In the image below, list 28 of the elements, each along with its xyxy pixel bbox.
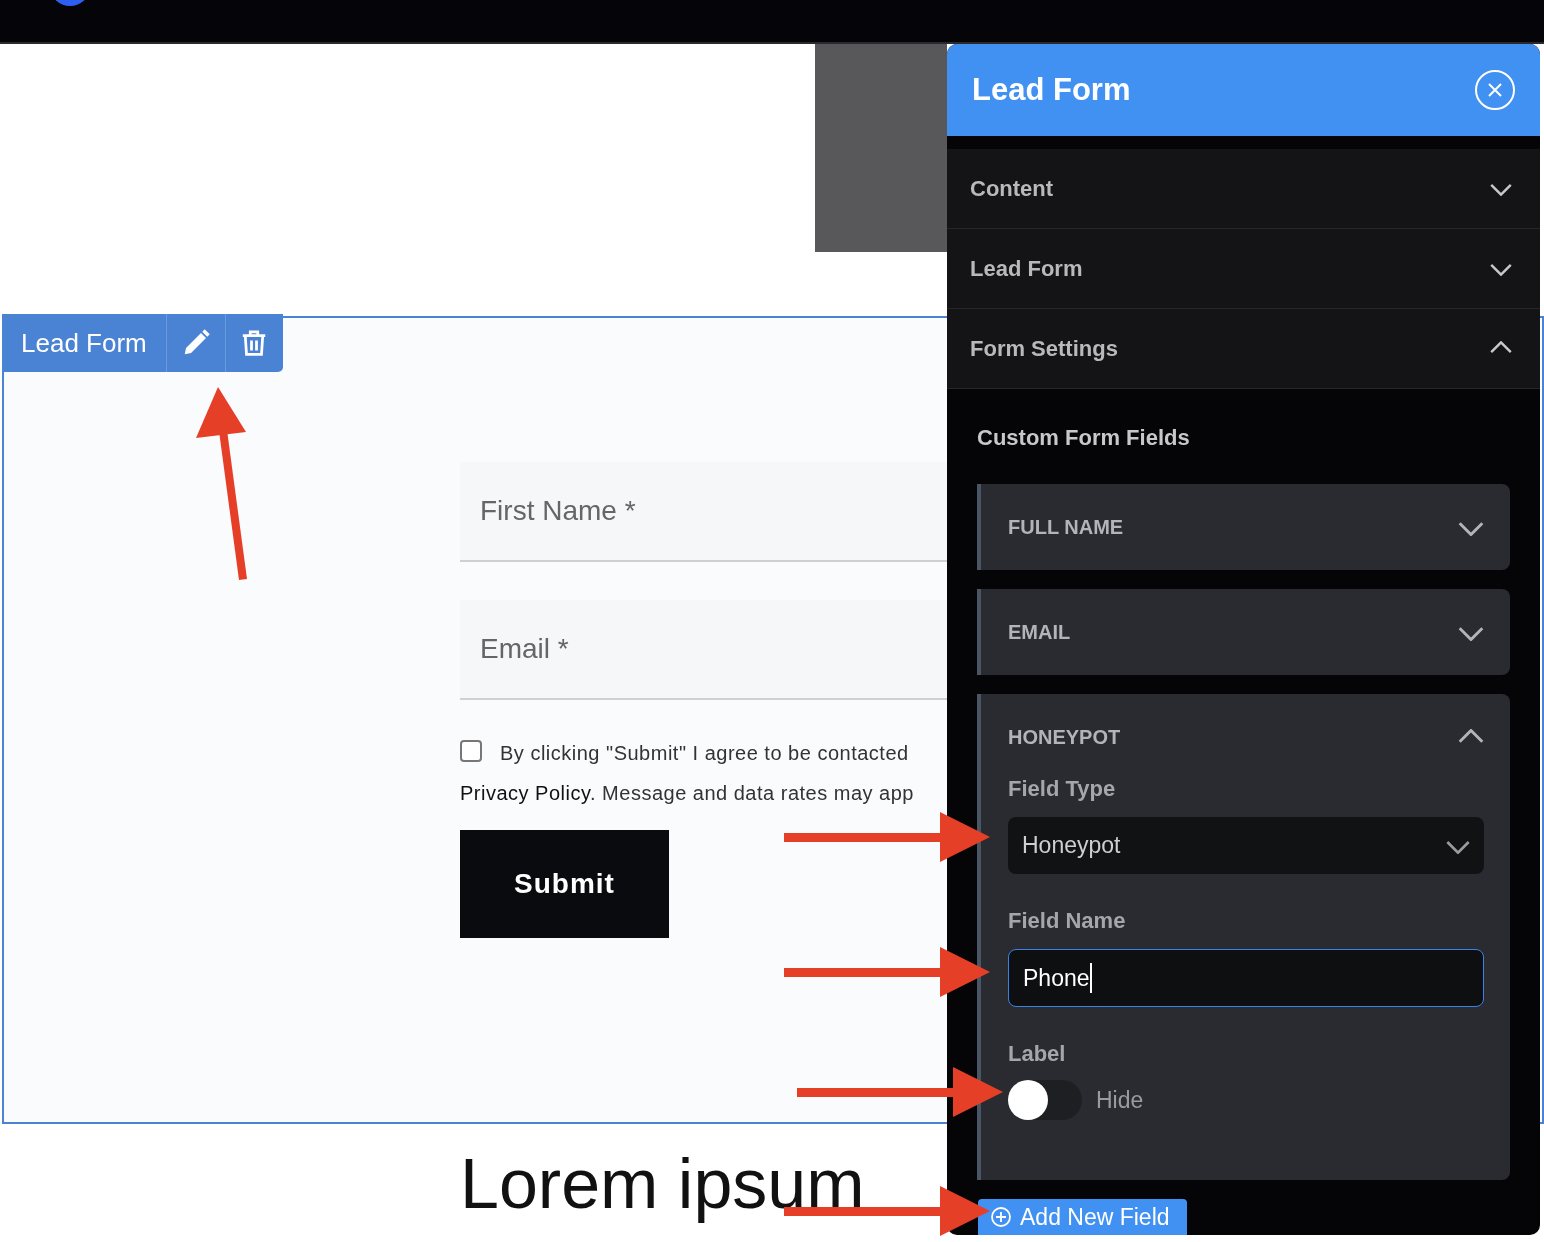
field-card-header[interactable]: FULL NAME [1008, 484, 1484, 570]
select-dropdown[interactable]: Honeypot [1008, 817, 1484, 874]
toggle-label: Hide [1096, 1085, 1144, 1115]
submit-button[interactable]: Submit [460, 830, 669, 938]
subheading: Custom Form Fields [977, 424, 1191, 452]
field-card-header[interactable]: EMAIL [1008, 589, 1484, 675]
chevron-up-icon [1458, 728, 1484, 746]
consent-checkbox[interactable] [460, 740, 482, 762]
consent-text: Privacy Policy. Message and data rates may app [460, 781, 914, 806]
plus-circle-icon [990, 1206, 1012, 1228]
accordion-header[interactable]: Lead Form [947, 229, 1540, 309]
consent-text: By clicking "Submit" I agree to be contacted [500, 741, 909, 766]
element-label: Lead Form [2, 314, 167, 372]
field-label: Field Name [1008, 907, 1127, 935]
chevron-up-icon [1490, 341, 1512, 356]
chevron-down-icon [1490, 181, 1512, 196]
page-heading: Lorem ipsum [460, 1146, 865, 1222]
chevron-down-icon [1490, 261, 1512, 276]
input-field[interactable]: Email * [460, 600, 947, 700]
field-label: Label [1008, 1040, 1067, 1068]
input-field[interactable]: Phone [1008, 949, 1484, 1007]
accordion-header[interactable]: Form Settings [947, 309, 1540, 389]
accordion-header[interactable]: Content [947, 149, 1540, 229]
input-field[interactable]: First Name * [460, 462, 947, 562]
toggle-switch[interactable] [1008, 1080, 1082, 1120]
close-button[interactable] [1475, 70, 1515, 110]
close-icon [1486, 81, 1504, 99]
panel-title: Lead Form [972, 70, 1131, 109]
